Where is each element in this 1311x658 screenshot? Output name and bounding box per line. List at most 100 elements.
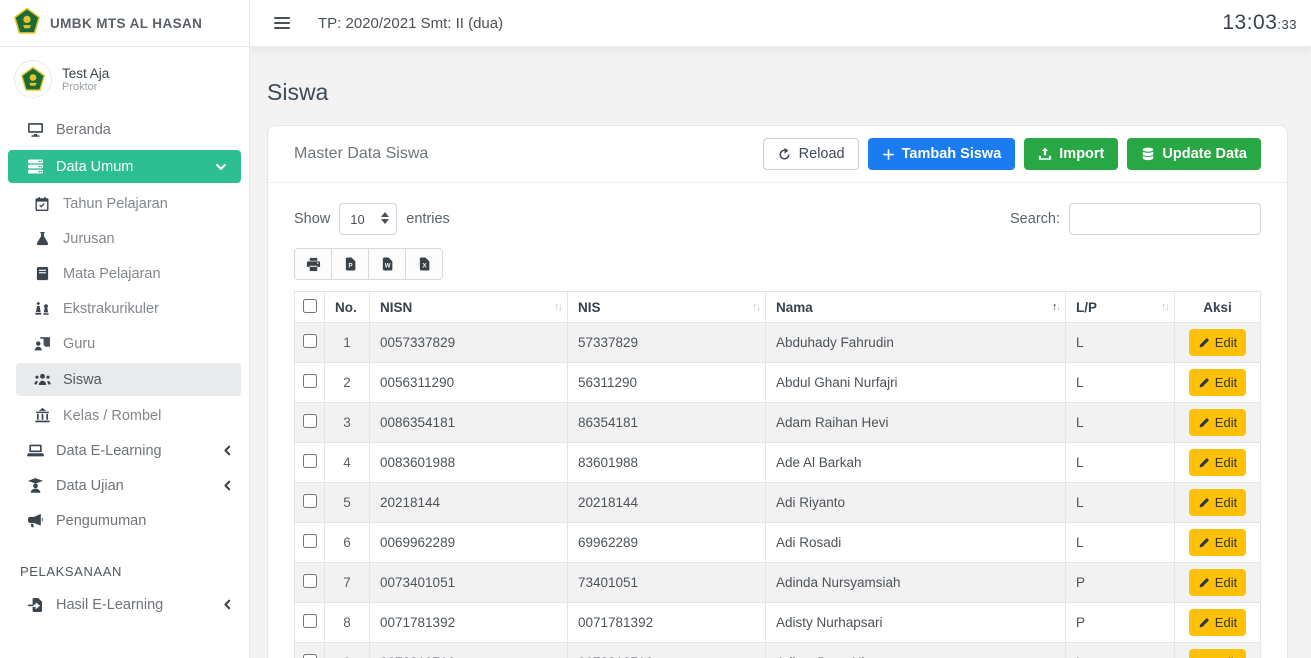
cell-nis: 69962289 [568, 523, 766, 563]
edit-button[interactable]: Edit [1189, 609, 1246, 636]
row-checkbox-cell [295, 483, 325, 523]
sidebar-item-tahun-pelajaran[interactable]: Tahun Pelajaran [0, 186, 249, 221]
row-checkbox[interactable] [303, 494, 317, 508]
card-title: Master Data Siswa [294, 145, 428, 163]
sort-icon[interactable]: ↑↓ [752, 301, 759, 313]
master-data-card: Master Data Siswa Reload Tambah Siswa Im… [267, 125, 1288, 658]
sidebar-item-label: Tahun Pelajaran [63, 196, 168, 212]
clock-hm: 13:03 [1222, 11, 1277, 34]
page-size-select[interactable]: 10 [339, 203, 397, 235]
upload-icon [1038, 147, 1052, 161]
column-header-lp[interactable]: L/P↑↓ [1066, 292, 1175, 323]
pencil-icon [1198, 377, 1210, 389]
sidebar-item-guru[interactable]: Guru [0, 326, 249, 361]
edit-label: Edit [1215, 615, 1237, 630]
sidebar-item-jurusan[interactable]: Jurusan [0, 221, 249, 256]
edit-button[interactable]: Edit [1189, 529, 1246, 556]
sidebar-item-kelas-rombel[interactable]: Kelas / Rombel [0, 398, 249, 433]
graduate-icon [26, 477, 44, 494]
export-excel-button[interactable]: X [405, 248, 443, 280]
hamburger-menu-icon[interactable] [272, 13, 292, 33]
cell-no: 6 [325, 523, 370, 563]
edit-label: Edit [1215, 415, 1237, 430]
chevron-down-icon [215, 161, 227, 173]
pencil-icon [1198, 457, 1210, 469]
cell-no: 4 [325, 443, 370, 483]
pencil-icon [1198, 577, 1210, 589]
school-icon [33, 407, 51, 424]
table-row: 5 20218144 20218144 Adi Riyanto L Edit [295, 483, 1261, 523]
select-all-checkbox[interactable] [303, 299, 317, 313]
sidebar-item-data-ujian[interactable]: Data Ujian [0, 468, 249, 503]
sidebar-item-label: Data Umum [56, 159, 133, 175]
search-input[interactable] [1069, 203, 1261, 235]
sort-icon[interactable]: ↑↓ [1161, 301, 1168, 313]
column-header-aksi: Aksi [1175, 292, 1261, 323]
edit-button[interactable]: Edit [1189, 409, 1246, 436]
svg-text:X: X [422, 262, 426, 269]
row-checkbox[interactable] [303, 574, 317, 588]
sidebar-item-pengumuman[interactable]: Pengumuman [0, 503, 249, 538]
sort-icon[interactable]: ↑↓ [554, 301, 561, 313]
row-checkbox[interactable] [303, 374, 317, 388]
table-row: 7 0073401051 73401051 Adinda Nursyamsiah… [295, 563, 1261, 603]
print-button[interactable] [294, 248, 332, 280]
row-checkbox[interactable] [303, 614, 317, 628]
flask-icon [33, 230, 51, 247]
sidebar-item-siswa[interactable]: Siswa [16, 363, 241, 396]
sidebar-item-data-umum[interactable]: Data Umum [8, 150, 241, 183]
row-checkbox[interactable] [303, 414, 317, 428]
sidebar-item-label: Jurusan [63, 231, 115, 247]
plus-icon [882, 148, 895, 161]
row-checkbox-cell [295, 443, 325, 483]
database-icon [1141, 147, 1155, 161]
table-row: 1 0057337829 57337829 Abduhady Fahrudin … [295, 323, 1261, 363]
add-student-button[interactable]: Tambah Siswa [868, 138, 1016, 170]
table-row: 8 0071781392 0071781392 Adisty Nurhapsar… [295, 603, 1261, 643]
cell-nama: Abdul Ghani Nurfajri [766, 363, 1066, 403]
sidebar-item-mata-pelajaran[interactable]: Mata Pelajaran [0, 256, 249, 291]
sidebar-item-label: Data E-Learning [56, 443, 162, 459]
sidebar-item-beranda[interactable]: Beranda [0, 112, 249, 147]
cell-no: 5 [325, 483, 370, 523]
edit-button[interactable]: Edit [1189, 449, 1246, 476]
cell-aksi: Edit [1175, 523, 1261, 563]
row-checkbox[interactable] [303, 654, 317, 658]
edit-button[interactable]: Edit [1189, 329, 1246, 356]
edit-button[interactable]: Edit [1189, 369, 1246, 396]
edit-button[interactable]: Edit [1189, 569, 1246, 596]
reload-label: Reload [799, 146, 845, 162]
cell-nama: Adinda Nursyamsiah [766, 563, 1066, 603]
sort-asc-icon[interactable]: ↑↓ [1052, 301, 1059, 313]
sidebar-item-ekstrakurikuler[interactable]: Ekstrakurikuler [0, 291, 249, 326]
row-checkbox[interactable] [303, 334, 317, 348]
export-pdf-button[interactable]: P [331, 248, 369, 280]
update-data-button[interactable]: Update Data [1127, 138, 1261, 170]
sidebar-item-label: Hasil E-Learning [56, 597, 163, 613]
cell-nama: Adam Raihan Hevi [766, 403, 1066, 443]
column-header-nis[interactable]: NIS↑↓ [568, 292, 766, 323]
pencil-icon [1198, 497, 1210, 509]
card-header: Master Data Siswa Reload Tambah Siswa Im… [268, 126, 1287, 183]
refresh-icon [777, 147, 792, 162]
edit-button[interactable]: Edit [1189, 489, 1246, 516]
table-row: 4 0083601988 83601988 Ade Al Barkah L Ed… [295, 443, 1261, 483]
cell-lp: L [1066, 483, 1175, 523]
export-word-button[interactable]: W [368, 248, 406, 280]
column-header-nisn[interactable]: NISN↑↓ [370, 292, 568, 323]
import-button[interactable]: Import [1024, 138, 1118, 170]
user-name: Test Aja [62, 66, 109, 81]
reload-button[interactable]: Reload [763, 138, 859, 170]
card-body: Show 10 entries Search: [268, 183, 1287, 658]
row-checkbox[interactable] [303, 454, 317, 468]
table-row: 9 0073310710 0073310710 Aditya Bayu Ning… [295, 643, 1261, 658]
table-row: 6 0069962289 69962289 Adi Rosadi L Edit [295, 523, 1261, 563]
student-table-body: 1 0057337829 57337829 Abduhady Fahrudin … [295, 323, 1261, 658]
table-row: 2 0056311290 56311290 Abdul Ghani Nurfaj… [295, 363, 1261, 403]
sidebar-item-data-elearning[interactable]: Data E-Learning [0, 433, 249, 468]
column-header-nama[interactable]: Nama↑↓ [766, 292, 1066, 323]
edit-button[interactable]: Edit [1189, 649, 1246, 658]
brand: UMBK MTS AL HASAN [0, 0, 249, 47]
row-checkbox[interactable] [303, 534, 317, 548]
sidebar-item-hasil-elearning[interactable]: Hasil E-Learning [0, 587, 249, 622]
